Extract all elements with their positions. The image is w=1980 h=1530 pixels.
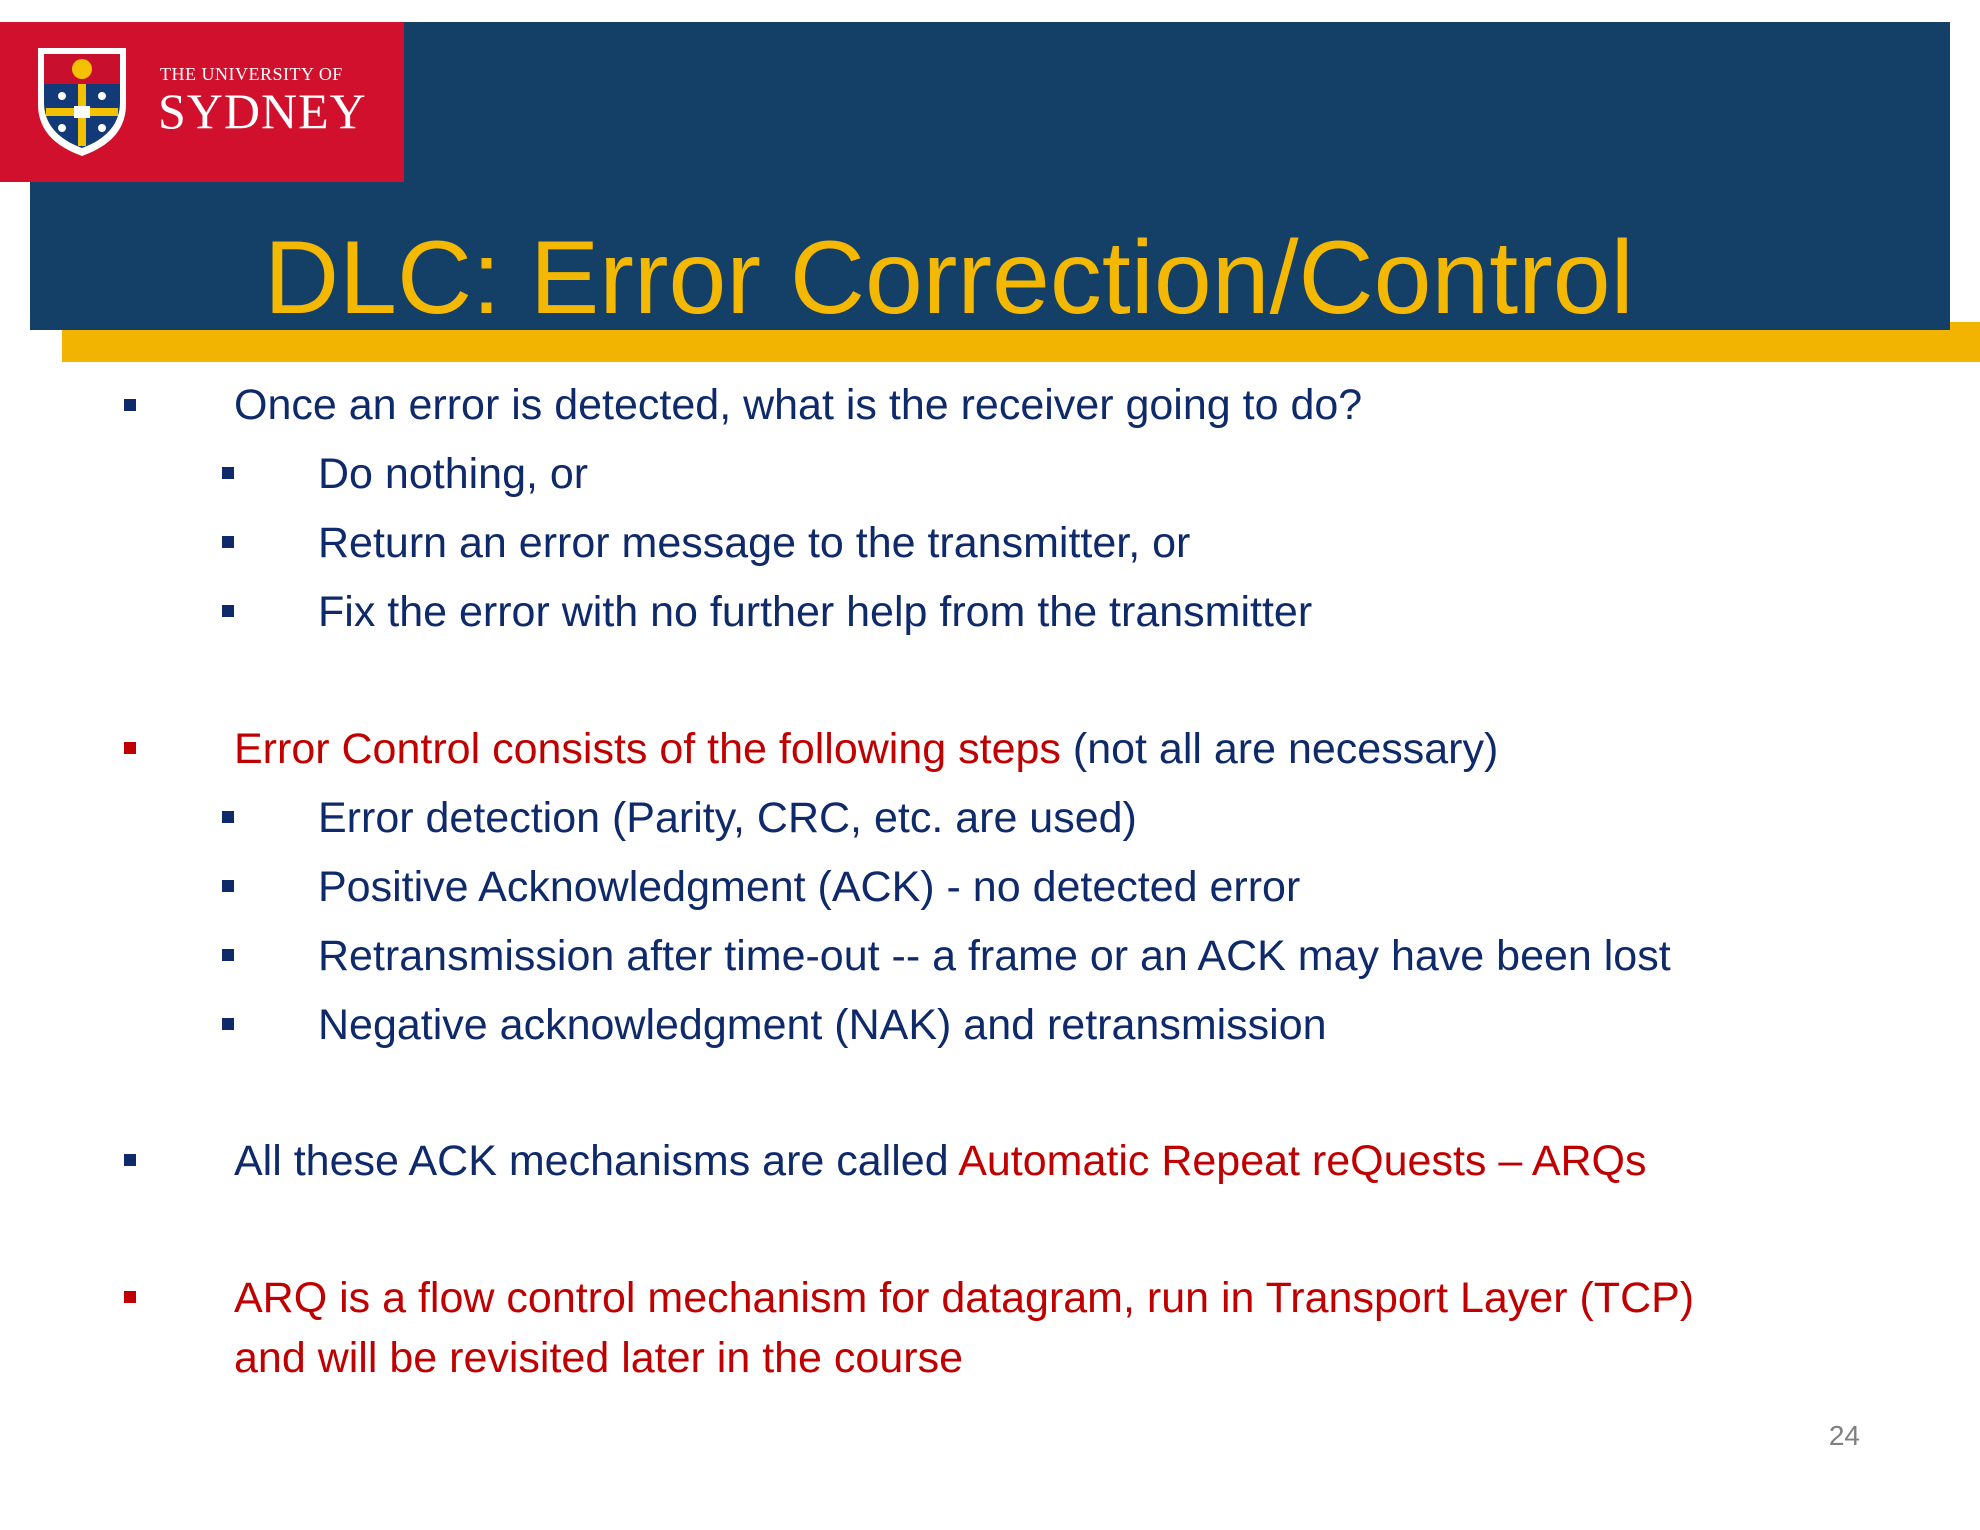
bullet-4-line-1: ARQ is a flow control mechanism for data… bbox=[234, 1274, 1695, 1322]
bullet-2-text-navy: (not all are necessary) bbox=[1060, 725, 1499, 773]
bullet-3-text-navy: All these ACK mechanisms are called bbox=[234, 1137, 959, 1185]
bullet-3-text: All these ACK mechanisms are called Auto… bbox=[234, 1133, 1647, 1189]
bullet-square-icon bbox=[222, 949, 234, 961]
bullet-2-sub-1: Error detection (Parity, CRC, etc. are u… bbox=[318, 794, 1137, 842]
bullet-1-sub-3: Fix the error with no further help from … bbox=[318, 588, 1313, 636]
bullet-square-icon bbox=[124, 399, 136, 411]
bullet-2-sub-4: Negative acknowledgment (NAK) and retran… bbox=[318, 1001, 1327, 1049]
bullet-square-icon bbox=[124, 1154, 136, 1166]
bullet-2-text-red: Error Control consists of the following … bbox=[234, 725, 1061, 773]
bullet-square-icon bbox=[124, 742, 136, 754]
bullet-square-icon bbox=[222, 605, 234, 617]
bullet-square-icon bbox=[222, 467, 234, 479]
bullet-4-line-2: and will be revisited later in the cours… bbox=[234, 1334, 963, 1382]
page-number: 24 bbox=[1828, 1420, 1860, 1451]
bullet-2-text: Error Control consists of the following … bbox=[234, 721, 1498, 777]
slide-body: Once an error is detected, what is the r… bbox=[0, 0, 1980, 1530]
bullet-square-icon bbox=[124, 1291, 136, 1303]
bullet-square-icon bbox=[222, 880, 234, 892]
bullet-1-text: Once an error is detected, what is the r… bbox=[234, 381, 1363, 429]
bullet-3-text-red: Automatic Repeat reQuests – ARQs bbox=[958, 1137, 1647, 1185]
bullet-1-sub-1: Do nothing, or bbox=[318, 450, 589, 498]
bullet-square-icon bbox=[222, 811, 234, 823]
bullet-1-sub-2: Return an error message to the transmitt… bbox=[318, 519, 1191, 567]
bullet-2-sub-2: Positive Acknowledgment (ACK) - no detec… bbox=[318, 863, 1301, 911]
bullet-square-icon bbox=[222, 536, 234, 548]
bullet-square-icon bbox=[222, 1018, 234, 1030]
bullet-2-sub-3: Retransmission after time-out -- a frame… bbox=[318, 932, 1671, 980]
